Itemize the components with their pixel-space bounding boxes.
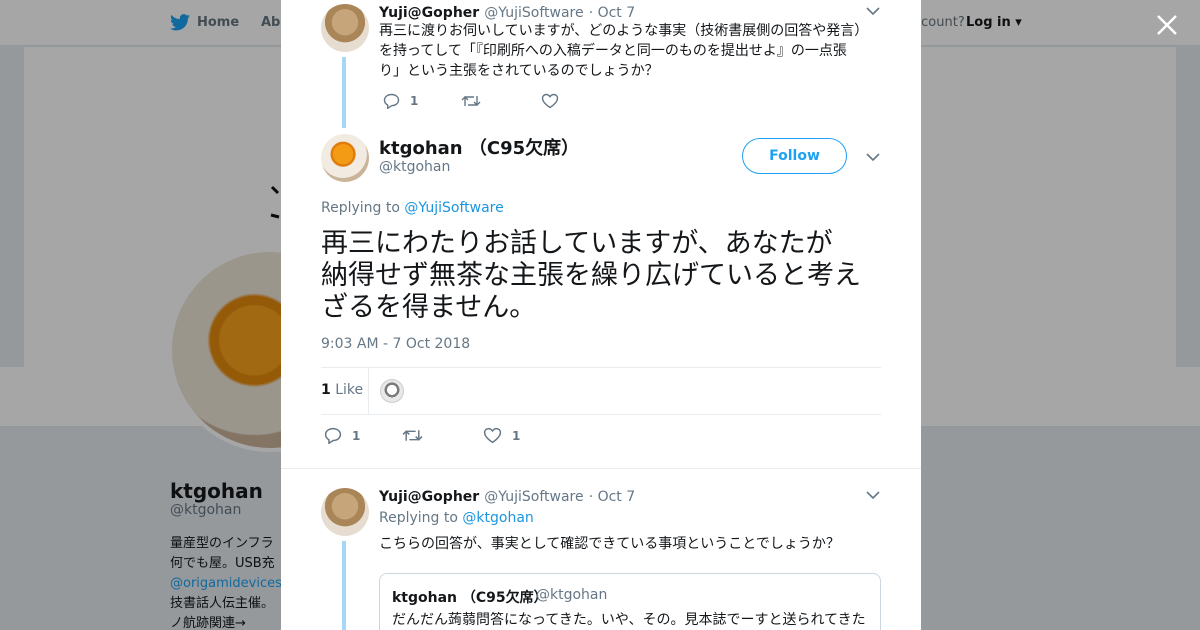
replying-to: Replying to @YujiSoftware	[321, 200, 504, 216]
tweet-stats: 1 Like	[321, 367, 881, 415]
heart-icon	[483, 427, 502, 444]
replying-prefix: Replying to	[321, 200, 400, 216]
reply-count: 1	[352, 428, 361, 443]
chevron-down-icon[interactable]	[866, 6, 880, 16]
like-count: 1	[512, 428, 521, 443]
tweet-header: Yuji@Gopher @YujiSoftware · Oct 7	[379, 486, 635, 505]
author-handle[interactable]: @YujiSoftware	[484, 489, 583, 505]
avatar[interactable]	[321, 134, 369, 182]
reply-count: 1	[410, 94, 419, 108]
like-stat-label: Like	[335, 382, 364, 398]
like-stat[interactable]: 1 Like	[321, 382, 363, 398]
reply-button[interactable]: 1	[383, 93, 418, 109]
author-handle[interactable]: @ktgohan	[379, 159, 450, 175]
divider	[368, 368, 369, 414]
retweet-icon	[461, 96, 481, 106]
tweet-text-line: 再三に渡りお伺いしていますが、どのような事実（技術書展側の回答や発言）	[379, 23, 869, 39]
author-handle[interactable]: @YujiSoftware	[484, 5, 583, 21]
tweet-text-line: 再三にわたりお話していますが、あなたが	[321, 228, 833, 259]
thread-line	[342, 541, 346, 630]
tweet-date[interactable]: · Oct 7	[589, 5, 635, 21]
quoted-tweet[interactable]: ktgohan （C95欠席） @ktgohan だんだん蒟蒻問答になってきた。…	[379, 573, 881, 630]
tweet-text-line: を持ってして「『印刷所への入稿データと同一のものを提出せよ』の一点張	[379, 43, 847, 59]
tweet-text: 再三にわたりお話していますが、あなたが 納得せず無茶な主張を繰り広げていると考え…	[321, 228, 886, 324]
replying-prefix: Replying to	[379, 510, 458, 526]
reply-button[interactable]: 1	[324, 427, 360, 444]
quoted-author-name: ktgohan （C95欠席）	[392, 590, 548, 606]
replying-to: Replying to @ktgohan	[379, 510, 534, 526]
avatar[interactable]	[321, 488, 369, 536]
tweet-timestamp[interactable]: 9:03 AM - 7 Oct 2018	[321, 336, 470, 352]
quoted-text: だんだん蒟蒻問答になってきた。いや、その。見本誌でーすと送られてきた	[392, 612, 866, 628]
avatar[interactable]	[321, 4, 369, 52]
chevron-down-icon[interactable]	[866, 152, 880, 162]
tweet-date[interactable]: · Oct 7	[589, 489, 635, 505]
author-name[interactable]: Yuji@Gopher	[379, 489, 479, 505]
tweet-header: Yuji@Gopher @YujiSoftware · Oct 7	[379, 2, 635, 21]
author-name[interactable]: ktgohan （C95欠席）	[379, 134, 579, 160]
author-name[interactable]: Yuji@Gopher	[379, 5, 479, 21]
tweet-text-line: ざるを得ません。	[321, 292, 537, 323]
like-stat-count: 1	[321, 382, 331, 398]
reply-icon	[383, 93, 400, 109]
quoted-author-handle: @ktgohan	[536, 587, 608, 603]
tweet-text-line: り」という主張をされているのでしょうか？	[379, 63, 659, 79]
like-button[interactable]	[541, 93, 569, 109]
reply-icon	[324, 427, 342, 444]
chevron-down-icon[interactable]	[866, 490, 880, 500]
retweet-button[interactable]	[402, 427, 433, 444]
close-icon[interactable]	[1154, 12, 1180, 38]
tweet-text: 再三に渡りお伺いしていますが、どのような事実（技術書展側の回答や発言） を持って…	[379, 21, 868, 81]
liker-avatar[interactable]	[380, 379, 404, 403]
thread-line	[342, 57, 346, 128]
divider	[281, 468, 921, 469]
like-button[interactable]: 1	[483, 427, 520, 444]
heart-icon	[541, 93, 559, 109]
tweet-text: こちらの回答が、事実として確認できている事項ということでしょうか？	[379, 536, 840, 552]
tweet-modal: Yuji@Gopher @YujiSoftware · Oct 7 再三に渡りお…	[281, 0, 921, 630]
retweet-button[interactable]	[461, 93, 491, 109]
retweet-icon	[402, 430, 423, 441]
replying-to-link[interactable]: @YujiSoftware	[404, 200, 503, 216]
follow-button[interactable]: Follow	[742, 138, 847, 174]
tweet-text-line: 納得せず無茶な主張を繰り広げていると考え	[321, 260, 861, 291]
replying-to-link[interactable]: @ktgohan	[462, 510, 533, 526]
